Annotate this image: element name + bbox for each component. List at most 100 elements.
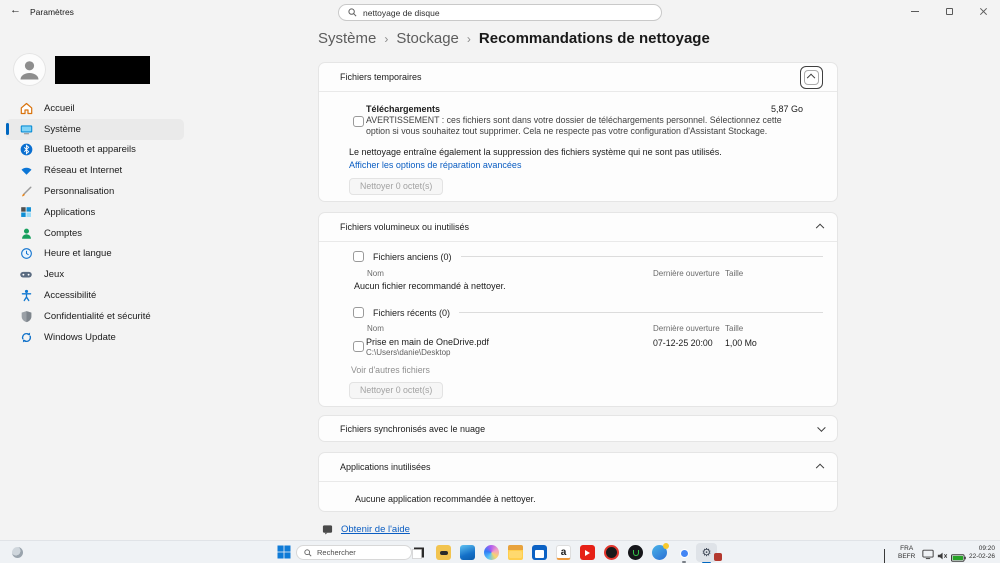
sidebar-item-confidentialite[interactable]: Confidentialité et sécurité xyxy=(6,306,184,327)
sidebar-item-accessibilite[interactable]: Accessibilité xyxy=(6,285,184,306)
keyboard-layout: BEFR xyxy=(898,553,915,561)
volume-muted-icon[interactable] xyxy=(937,548,949,563)
u-glyph xyxy=(633,550,639,556)
sidebar-item-personnalisation[interactable]: Personnalisation xyxy=(6,181,184,202)
close-button[interactable] xyxy=(966,0,1000,22)
downloads-warning-text: AVERTISSEMENT : ces fichiers sont dans v… xyxy=(366,115,808,136)
sidebar-item-label: Heure et langue xyxy=(44,248,112,259)
breadcrumb-stockage[interactable]: Stockage xyxy=(396,30,459,47)
recent-files-checkbox[interactable] xyxy=(353,307,364,318)
green-u-app-icon[interactable] xyxy=(628,545,643,560)
sidebar-item-label: Applications xyxy=(44,207,95,218)
help-icon xyxy=(322,524,333,535)
user-profile[interactable] xyxy=(13,53,150,86)
amazon-icon[interactable]: a xyxy=(556,545,571,560)
sidebar-nav: Accueil Système Bluetooth et appareils R… xyxy=(6,98,184,348)
sidebar: Accueil Système Bluetooth et appareils R… xyxy=(0,24,300,540)
file-checkbox[interactable] xyxy=(353,341,364,352)
unused-apps-empty-text: Aucune application recommandée à nettoye… xyxy=(355,494,536,504)
language-indicator[interactable]: FRA BEFR xyxy=(898,545,915,560)
chevron-up-icon[interactable] xyxy=(816,464,824,472)
red-circle-app-icon[interactable] xyxy=(604,545,619,560)
person-icon xyxy=(19,226,33,240)
yellow-app-icon[interactable] xyxy=(436,545,451,560)
minimize-icon xyxy=(911,11,919,12)
search-icon xyxy=(304,549,312,557)
chevron-down-icon[interactable] xyxy=(817,424,825,432)
advanced-options-link[interactable]: Afficher les options de réparation avanc… xyxy=(349,160,521,170)
get-help-link[interactable]: Obtenir de l'aide xyxy=(341,524,410,535)
amazon-glyph: a xyxy=(561,547,567,558)
shield-icon xyxy=(19,309,33,323)
microsoft-store-icon[interactable] xyxy=(532,545,547,560)
clean-large-button[interactable]: Nettoyer 0 octet(s) xyxy=(349,382,443,399)
maximize-button[interactable] xyxy=(932,0,966,22)
back-button[interactable]: ← xyxy=(10,4,21,16)
chevron-up-icon xyxy=(807,74,815,82)
window-title: Paramètres xyxy=(30,7,74,17)
search-icon xyxy=(348,8,357,17)
column-opened: Dernière ouverture xyxy=(653,324,720,333)
clock[interactable]: 09:20 22-02-26 xyxy=(969,545,995,560)
copilot-icon[interactable] xyxy=(484,545,499,560)
breadcrumb-systeme[interactable]: Système xyxy=(318,30,376,47)
sidebar-item-accueil[interactable]: Accueil xyxy=(6,98,184,119)
sidebar-item-label: Réseau et Internet xyxy=(44,165,122,176)
search-value: nettoyage de disque xyxy=(363,8,440,18)
temp-files-header[interactable]: Fichiers temporaires xyxy=(319,63,837,91)
tray-expand-button[interactable] xyxy=(884,550,885,563)
cloud-files-header[interactable]: Fichiers synchronisés avec le nuage xyxy=(319,416,837,442)
titlebar: ← Paramètres nettoyage de disque xyxy=(0,0,1000,24)
old-files-label: Fichiers anciens (0) xyxy=(373,252,452,262)
large-files-header[interactable]: Fichiers volumineux ou inutilisés xyxy=(319,213,837,241)
column-size: Taille xyxy=(725,324,743,333)
chevron-up-icon[interactable] xyxy=(816,224,824,232)
sidebar-item-label: Confidentialité et sécurité xyxy=(44,311,151,322)
sidebar-item-applications[interactable]: Applications xyxy=(6,202,184,223)
sidebar-item-comptes[interactable]: Comptes xyxy=(6,223,184,244)
network-icon[interactable] xyxy=(922,547,934,563)
sidebar-item-windows-update[interactable]: Windows Update xyxy=(6,327,184,348)
battery-icon[interactable] xyxy=(951,549,966,563)
accessibility-icon xyxy=(19,289,33,303)
youtube-icon[interactable] xyxy=(580,545,595,560)
collapse-button-focused[interactable] xyxy=(800,66,823,89)
old-files-empty-text: Aucun fichier recommandé à nettoyer. xyxy=(354,281,506,291)
sidebar-item-heure-langue[interactable]: Heure et langue xyxy=(6,244,184,265)
maximize-icon xyxy=(946,8,953,15)
help-row: Obtenir de l'aide xyxy=(322,524,410,535)
cloud-files-card: Fichiers synchronisés avec le nuage xyxy=(318,415,838,442)
date: 22-02-26 xyxy=(969,553,995,561)
sidebar-item-systeme[interactable]: Système xyxy=(6,119,184,140)
recent-files-group: Fichiers récents (0) xyxy=(353,307,823,318)
widgets-weather-icon[interactable] xyxy=(12,547,23,558)
windows-logo-icon xyxy=(277,545,291,559)
sidebar-item-bluetooth[interactable]: Bluetooth et appareils xyxy=(6,140,184,161)
column-opened: Dernière ouverture xyxy=(653,269,720,278)
phone-link-icon[interactable] xyxy=(652,545,667,560)
settings-search-input[interactable]: nettoyage de disque xyxy=(338,4,662,21)
bluetooth-icon xyxy=(19,143,33,157)
sidebar-item-jeux[interactable]: Jeux xyxy=(6,264,184,285)
sidebar-item-reseau[interactable]: Réseau et Internet xyxy=(6,160,184,181)
clean-temp-button[interactable]: Nettoyer 0 octet(s) xyxy=(349,178,443,195)
task-view-icon[interactable] xyxy=(411,545,426,560)
divider xyxy=(461,256,823,257)
chevron-up-icon xyxy=(884,549,885,563)
sidebar-item-label: Accueil xyxy=(44,103,75,114)
downloads-checkbox[interactable] xyxy=(353,116,364,127)
outlook-icon[interactable] xyxy=(460,545,475,560)
taskbar-search-placeholder: Rechercher xyxy=(317,548,356,557)
taskbar-search-input[interactable]: Rechercher xyxy=(296,545,412,560)
gear-icon: ⚙ xyxy=(702,546,712,559)
unused-apps-header[interactable]: Applications inutilisées xyxy=(319,453,837,481)
clipped-app-icon[interactable] xyxy=(714,553,722,561)
breadcrumb: Système › Stockage › Recommandations de … xyxy=(318,30,710,47)
cleanup-note: Le nettoyage entraîne également la suppr… xyxy=(349,147,722,157)
minimize-button[interactable] xyxy=(898,0,932,22)
see-more-files-link[interactable]: Voir d'autres fichiers xyxy=(351,365,430,375)
start-button[interactable] xyxy=(277,545,291,563)
column-name: Nom xyxy=(367,324,384,333)
old-files-checkbox[interactable] xyxy=(353,251,364,262)
file-explorer-icon[interactable] xyxy=(508,545,523,560)
